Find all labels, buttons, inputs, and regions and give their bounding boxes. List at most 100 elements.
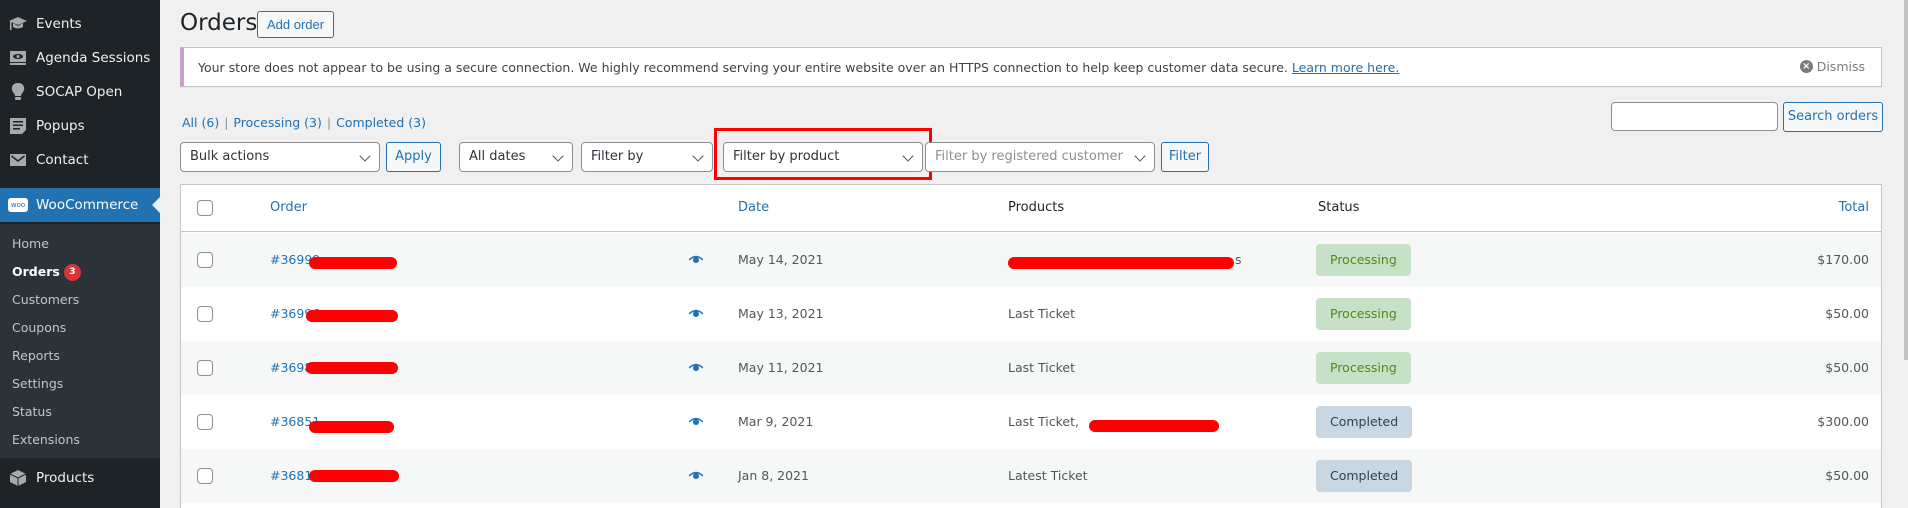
row-checkbox[interactable] bbox=[197, 468, 213, 484]
filter-link-all[interactable]: All (6) bbox=[182, 115, 219, 130]
chevron-down-icon bbox=[359, 150, 371, 162]
envelope-icon bbox=[0, 153, 36, 167]
row-checkbox[interactable] bbox=[197, 414, 213, 430]
sidebar-item-popups[interactable]: Popups bbox=[0, 109, 160, 143]
redaction-mark bbox=[1008, 257, 1234, 269]
total-cell: $50.00 bbox=[1825, 306, 1869, 321]
sidebar-item-woocommerce[interactable]: woo WooCommerce bbox=[0, 188, 160, 222]
filter-by-select[interactable]: Filter by bbox=[581, 142, 713, 172]
sidebar-item-label: Products bbox=[36, 470, 95, 486]
status-badge: Completed bbox=[1316, 460, 1413, 492]
column-date[interactable]: Date bbox=[738, 200, 769, 215]
table-row[interactable]: #36988 May 11, 2021 Last Ticket Processing $… bbox=[181, 341, 1881, 395]
submenu-item-home[interactable]: Home bbox=[12, 236, 49, 251]
status-badge: Processing bbox=[1316, 352, 1411, 384]
add-order-button[interactable]: Add order bbox=[257, 11, 335, 38]
filter-label: Processing bbox=[233, 115, 301, 130]
dismiss-label: Dismiss bbox=[1816, 59, 1865, 74]
redaction-mark bbox=[306, 310, 398, 322]
total-cell: $50.00 bbox=[1825, 360, 1869, 375]
chevron-down-icon bbox=[552, 150, 564, 162]
submenu-item-coupons[interactable]: Coupons bbox=[12, 320, 66, 335]
sidebar-item-label: WooCommerce bbox=[36, 197, 139, 213]
date-cell: May 13, 2021 bbox=[738, 306, 824, 321]
preview-eye-icon[interactable] bbox=[688, 415, 704, 430]
preview-eye-icon[interactable] bbox=[688, 469, 704, 484]
preview-eye-icon[interactable] bbox=[688, 253, 704, 268]
preview-eye-icon[interactable] bbox=[688, 307, 704, 322]
preview-eye-icon[interactable] bbox=[688, 361, 704, 376]
woo-logo-icon: woo bbox=[0, 198, 36, 212]
select-value: Bulk actions bbox=[190, 149, 270, 164]
submenu-item-extensions[interactable]: Extensions bbox=[12, 432, 80, 447]
status-badge: Completed bbox=[1316, 406, 1413, 438]
dismiss-button[interactable]: × Dismiss bbox=[1799, 59, 1865, 74]
total-cell: $300.00 bbox=[1817, 414, 1869, 429]
learn-more-link[interactable]: Learn more here. bbox=[1292, 60, 1399, 75]
admin-sidebar: Events Agenda Sessions SOCAP Open Popups… bbox=[0, 0, 160, 508]
table-row[interactable]: #36811 Jan 8, 2021 Latest Ticket Completed $… bbox=[181, 449, 1881, 503]
search-orders-button[interactable]: Search orders bbox=[1783, 102, 1883, 132]
table-row[interactable]: #36999 May 14, 2021 s Processing $170.00 bbox=[181, 233, 1881, 287]
sidebar-item-label: Popups bbox=[36, 118, 85, 134]
apply-button[interactable]: Apply bbox=[386, 142, 441, 172]
column-order[interactable]: Order bbox=[270, 200, 307, 215]
row-checkbox[interactable] bbox=[197, 306, 213, 322]
highlight-box bbox=[714, 128, 932, 180]
products-cell: Last Ticket bbox=[1008, 360, 1075, 375]
woocommerce-submenu: Home Orders 3 Customers Coupons Reports S… bbox=[0, 224, 160, 458]
row-checkbox[interactable] bbox=[197, 360, 213, 376]
submenu-item-reports[interactable]: Reports bbox=[12, 348, 60, 363]
sidebar-item-agenda-sessions[interactable]: Agenda Sessions bbox=[0, 41, 160, 75]
submenu-item-orders[interactable]: Orders 3 bbox=[12, 264, 81, 281]
sidebar-item-socap-open[interactable]: SOCAP Open bbox=[0, 75, 160, 109]
redaction-mark bbox=[309, 470, 399, 482]
search-orders-input[interactable] bbox=[1611, 102, 1778, 131]
orders-count-badge: 3 bbox=[63, 264, 81, 281]
redaction-mark bbox=[309, 257, 397, 269]
filter-by-customer-select[interactable]: Filter by registered customer bbox=[925, 142, 1155, 172]
bulk-actions-select[interactable]: Bulk actions bbox=[180, 142, 380, 172]
chevron-down-icon bbox=[1134, 150, 1146, 162]
sidebar-item-contact[interactable]: Contact bbox=[0, 143, 160, 177]
box-icon bbox=[0, 469, 36, 487]
page-title: Orders bbox=[180, 10, 258, 36]
popup-icon bbox=[0, 117, 36, 135]
status-badge: Processing bbox=[1316, 244, 1411, 276]
select-value: Filter by bbox=[591, 149, 644, 164]
filter-label: Completed bbox=[336, 115, 405, 130]
column-total[interactable]: Total bbox=[1839, 200, 1869, 215]
sidebar-item-products[interactable]: Products bbox=[0, 461, 160, 495]
notice-text: Your store does not appear to be using a… bbox=[198, 59, 1288, 75]
products-cell: Last Ticket bbox=[1008, 306, 1075, 321]
row-checkbox[interactable] bbox=[197, 252, 213, 268]
select-all-checkbox[interactable] bbox=[197, 200, 213, 216]
filter-link-processing[interactable]: Processing (3) bbox=[233, 115, 321, 130]
sidebar-item-events[interactable]: Events bbox=[0, 7, 160, 41]
table-row[interactable]: #36996 May 13, 2021 Last Ticket Processing $… bbox=[181, 287, 1881, 341]
date-cell: May 14, 2021 bbox=[738, 252, 824, 267]
submenu-item-settings[interactable]: Settings bbox=[12, 376, 63, 391]
sidebar-item-label: SOCAP Open bbox=[36, 84, 123, 100]
submenu-item-status[interactable]: Status bbox=[12, 404, 52, 419]
scrollbar-thumb[interactable] bbox=[1904, 0, 1908, 360]
sidebar-item-label: Agenda Sessions bbox=[36, 50, 151, 66]
filter-count: (3) bbox=[304, 115, 322, 130]
products-suffix: s bbox=[1235, 252, 1242, 267]
total-cell: $170.00 bbox=[1817, 252, 1869, 267]
column-status: Status bbox=[1318, 200, 1360, 215]
redaction-mark bbox=[309, 421, 394, 433]
submenu-item-customers[interactable]: Customers bbox=[12, 292, 79, 307]
monitor-eye-icon bbox=[0, 50, 36, 66]
table-row[interactable]: #36851 Mar 9, 2021 Last Ticket, Completed $3… bbox=[181, 395, 1881, 449]
current-menu-arrow bbox=[152, 197, 160, 213]
separator: | bbox=[326, 115, 332, 130]
redaction-mark bbox=[306, 362, 398, 374]
status-badge: Processing bbox=[1316, 298, 1411, 330]
filter-button[interactable]: Filter bbox=[1161, 142, 1209, 172]
sidebar-item-label: Events bbox=[36, 16, 82, 32]
filter-count: (6) bbox=[201, 115, 220, 130]
dates-select[interactable]: All dates bbox=[459, 142, 573, 172]
filter-link-completed[interactable]: Completed (3) bbox=[336, 115, 426, 130]
date-cell: May 11, 2021 bbox=[738, 360, 824, 375]
